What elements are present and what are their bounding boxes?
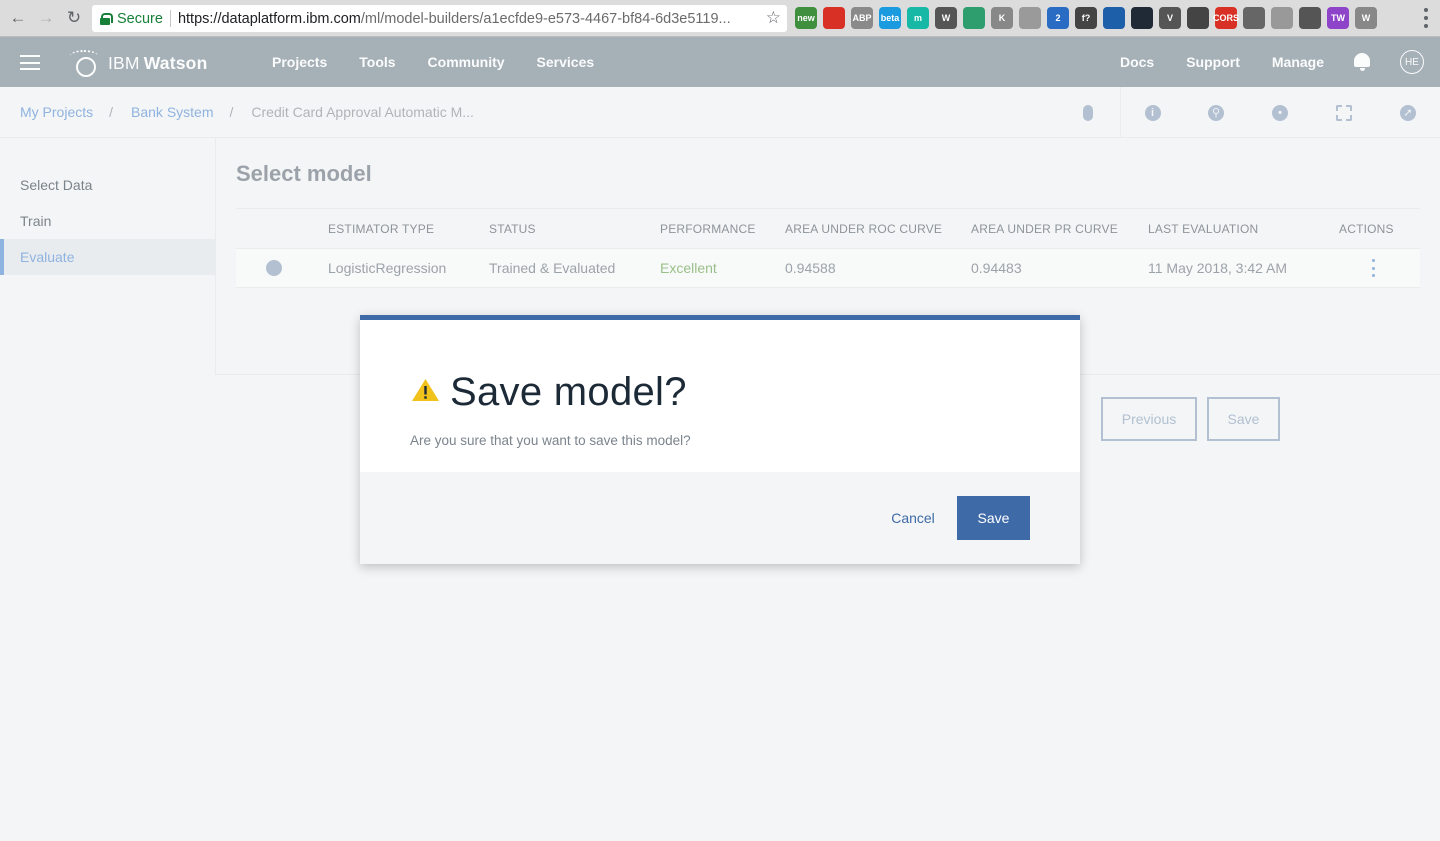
pencil-ext-icon[interactable] [1103, 7, 1125, 29]
dialog-body: Save model? Are you sure that you want t… [360, 320, 1080, 472]
secure-label: Secure [117, 10, 163, 27]
dialog-title: Save model? [450, 370, 687, 414]
extensions-bar: new ABP beta m W K 2 f? V CORS TW W [795, 7, 1377, 29]
puzzle-ext-icon[interactable]: 2 [1047, 7, 1069, 29]
url-host: https://dataplatform.ibm.com [177, 10, 361, 27]
abp-ext-icon[interactable]: ABP [851, 7, 873, 29]
warning-icon [412, 379, 439, 401]
forward-arrow-icon[interactable]: → [32, 4, 60, 32]
wordpress-ext-icon[interactable]: W [935, 7, 957, 29]
opera-ext-icon[interactable] [823, 7, 845, 29]
reload-icon[interactable]: ↻ [60, 4, 88, 32]
beta-ext-icon[interactable]: beta [879, 7, 901, 29]
k-ext-icon[interactable]: K [991, 7, 1013, 29]
v-ext-icon[interactable]: V [1159, 7, 1181, 29]
url-path: /ml/model-builders/a1ecfde9-e573-4467-bf… [360, 10, 731, 27]
target-ext-icon[interactable] [1187, 7, 1209, 29]
secure-lock-icon [100, 12, 113, 25]
dialog-footer: Cancel Save [360, 472, 1080, 564]
url-separator [169, 10, 171, 27]
m-ext-icon[interactable]: m [907, 7, 929, 29]
key-ext-icon[interactable] [963, 7, 985, 29]
new-ext-icon[interactable]: new [795, 7, 817, 29]
browser-toolbar: ← → ↻ Secure https://dataplatform.ibm.co… [0, 0, 1440, 37]
save-button[interactable]: Save [957, 496, 1030, 540]
f-ext-icon[interactable]: f? [1075, 7, 1097, 29]
dialog-message: Are you sure that you want to save this … [410, 433, 691, 448]
hat-ext-icon[interactable] [1243, 7, 1265, 29]
monitor-ext-icon[interactable] [1299, 7, 1321, 29]
circle-ext-icon[interactable] [1019, 7, 1041, 29]
address-bar[interactable]: Secure https://dataplatform.ibm.com/ml/m… [92, 5, 787, 32]
back-arrow-icon[interactable]: ← [4, 4, 32, 32]
browser-menu-icon[interactable] [1424, 8, 1428, 28]
react-ext-icon[interactable] [1131, 7, 1153, 29]
tw-ext-icon[interactable]: TW [1327, 7, 1349, 29]
square-ext-icon[interactable] [1271, 7, 1293, 29]
bookmark-star-icon[interactable]: ☆ [766, 8, 781, 28]
save-model-dialog: Save model? Are you sure that you want t… [360, 315, 1080, 564]
cancel-button[interactable]: Cancel [879, 496, 947, 540]
cors-ext-icon[interactable]: CORS [1213, 7, 1239, 29]
w-ext-icon[interactable]: W [1355, 7, 1377, 29]
